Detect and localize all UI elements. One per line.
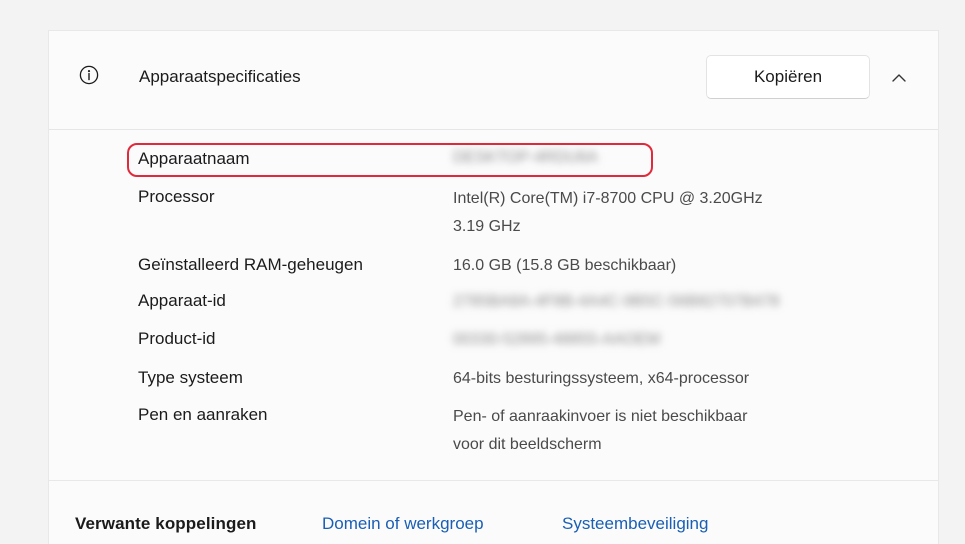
- spec-label-device-id: Apparaat-id: [138, 291, 226, 310]
- specifications-list: Apparaatnaam DESKTOP-4RDU6A Processor In…: [49, 130, 938, 479]
- spec-label-pen-touch: Pen en aanraken: [138, 405, 268, 424]
- chevron-up-icon[interactable]: [889, 68, 909, 88]
- copy-button[interactable]: Kopiëren: [706, 55, 870, 99]
- spec-label-product-id: Product-id: [138, 329, 216, 348]
- device-specifications-panel: Apparaatspecificaties Kopiëren Apparaatn…: [48, 30, 939, 544]
- section-title: Apparaatspecificaties: [139, 67, 301, 86]
- spec-value-device-id: 2785BA8A-4F8B-4A4C-9B5C-56B82707B478: [453, 293, 780, 310]
- spec-value-pen-touch-line2: voor dit beeldscherm: [453, 436, 602, 453]
- related-links-title: Verwante koppelingen: [75, 514, 257, 533]
- info-circle-icon: [79, 65, 99, 85]
- spec-value-ram: 16.0 GB (15.8 GB beschikbaar): [453, 257, 677, 274]
- spec-label-ram: Geïnstalleerd RAM-geheugen: [138, 255, 363, 274]
- spec-value-processor: Intel(R) Core(TM) i7-8700 CPU @ 3.20GHz: [453, 190, 763, 207]
- domain-workgroup-link[interactable]: Domein of werkgroep: [322, 514, 484, 534]
- system-protection-link[interactable]: Systeembeveiliging: [562, 514, 708, 534]
- spec-value-processor-speed: 3.19 GHz: [453, 218, 521, 235]
- spec-label-device-name: Apparaatnaam: [138, 149, 250, 168]
- spec-label-processor: Processor: [138, 187, 215, 206]
- settings-window: Apparaatspecificaties Kopiëren Apparaatn…: [0, 0, 965, 544]
- spec-label-system-type: Type systeem: [138, 368, 243, 387]
- spec-value-system-type: 64-bits besturingssysteem, x64-processor: [453, 370, 750, 387]
- spec-value-device-name: DESKTOP-4RDU6A: [453, 149, 598, 166]
- spec-value-pen-touch: Pen- of aanraakinvoer is niet beschikbaa…: [453, 408, 748, 425]
- related-links-bar: Verwante koppelingen Domein of werkgroep…: [49, 480, 938, 544]
- device-specifications-header[interactable]: Apparaatspecificaties Kopiëren: [49, 31, 938, 130]
- spec-value-product-id: 00330-52895-48855-AAOEM: [453, 331, 661, 348]
